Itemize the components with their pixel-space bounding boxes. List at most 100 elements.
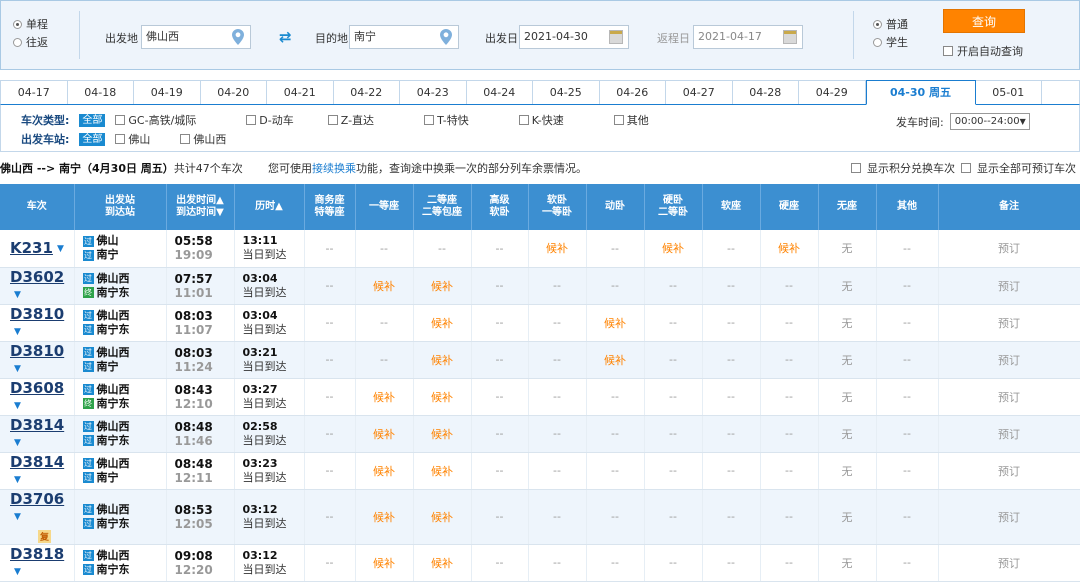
round-trip-radio[interactable]: 往返: [13, 33, 48, 51]
date-tab[interactable]: 04-23: [400, 81, 467, 104]
seat-cell: --: [304, 230, 356, 268]
chevron-down-icon[interactable]: ▼: [14, 401, 21, 411]
seat-cell[interactable]: 候补: [413, 489, 472, 545]
date-tab[interactable]: 04-28: [733, 81, 799, 104]
from-station: 佛山西: [96, 345, 130, 359]
date-tab[interactable]: 04-22: [334, 81, 400, 104]
date-tab[interactable]: 04-19: [134, 81, 201, 104]
from-station-input[interactable]: 佛山西: [141, 25, 251, 49]
depart-date-input[interactable]: 2021-04-30: [519, 25, 629, 49]
normal-passenger-radio[interactable]: 普通: [873, 15, 908, 33]
column-header[interactable]: 历时▲: [234, 184, 305, 230]
train-type-label: GC-高铁/城际: [128, 114, 197, 127]
chevron-down-icon[interactable]: ▼: [14, 567, 21, 577]
date-tab[interactable]: 04-30 周五: [865, 80, 976, 105]
station-all-button[interactable]: 全部: [79, 132, 106, 146]
date-tab[interactable]: 04-24: [467, 81, 533, 104]
train-number-link[interactable]: D3706: [10, 490, 64, 508]
station-checkbox[interactable]: 佛山西: [180, 131, 226, 147]
book-button[interactable]: 预订: [938, 378, 1080, 416]
date-tab[interactable]: 04-25: [533, 81, 600, 104]
depart-time: 08:53: [174, 502, 213, 517]
train-type-checkbox[interactable]: K-快速: [518, 112, 564, 128]
points-trains-label: 显示积分兑换车次: [867, 162, 955, 175]
book-button[interactable]: 预订: [938, 452, 1080, 490]
to-station-input[interactable]: 南宁: [349, 25, 459, 49]
book-button[interactable]: 预订: [938, 230, 1080, 268]
train-type-checkbox[interactable]: 其他: [613, 112, 649, 128]
date-tab[interactable]: 04-20: [201, 81, 267, 104]
train-number-link[interactable]: D3810: [10, 305, 64, 323]
seat-cell[interactable]: 候补: [586, 304, 645, 342]
seat-cell[interactable]: 候补: [355, 452, 414, 490]
date-tab[interactable]: 04-21: [267, 81, 334, 104]
seat-cell[interactable]: 候补: [644, 230, 703, 268]
auto-query-checkbox[interactable]: 开启自动查询: [943, 43, 1023, 59]
seat-cell[interactable]: 候补: [413, 341, 472, 379]
chevron-down-icon[interactable]: ▼: [14, 438, 21, 448]
seat-cell[interactable]: 候补: [413, 304, 472, 342]
chevron-down-icon[interactable]: ▼: [14, 327, 21, 337]
seat-cell[interactable]: 候补: [355, 489, 414, 545]
seat-cell[interactable]: 候补: [355, 378, 414, 416]
seat-cell[interactable]: 候补: [760, 230, 819, 268]
date-tab[interactable]: 04-29: [799, 81, 866, 104]
train-type-checkbox[interactable]: Z-直达: [327, 112, 374, 128]
seat-cell[interactable]: 候补: [413, 544, 472, 582]
train-number-link[interactable]: D3602: [10, 268, 64, 286]
from-station: 佛山西: [96, 419, 130, 433]
column-header[interactable]: 出发时间▲ 到达时间▼: [166, 184, 235, 230]
book-button[interactable]: 预订: [938, 544, 1080, 582]
swap-stations-icon[interactable]: ⇄: [279, 30, 295, 45]
chevron-down-icon[interactable]: ▼: [14, 475, 21, 485]
date-tab[interactable]: 04-17: [1, 81, 68, 104]
seat-cell[interactable]: 候补: [413, 267, 472, 305]
seat-cell[interactable]: 候补: [355, 415, 414, 453]
query-button[interactable]: 查询: [943, 9, 1025, 33]
chevron-down-icon[interactable]: ▼: [14, 290, 21, 300]
train-type-all-button[interactable]: 全部: [79, 113, 106, 127]
return-date-input[interactable]: 2021-04-17: [693, 25, 803, 49]
student-passenger-radio[interactable]: 学生: [873, 33, 908, 51]
departure-time-select[interactable]: 00:00--24:00: [949, 113, 1030, 130]
points-trains-checkbox[interactable]: [851, 163, 861, 173]
train-number-link[interactable]: D3608: [10, 379, 64, 397]
train-type-checkbox[interactable]: D-动车: [246, 112, 294, 128]
chevron-down-icon[interactable]: ▼: [57, 244, 64, 254]
book-button[interactable]: 预订: [938, 267, 1080, 305]
book-button[interactable]: 预订: [938, 341, 1080, 379]
seat-cell[interactable]: 候补: [355, 267, 414, 305]
train-number-link[interactable]: D3810: [10, 342, 64, 360]
column-header: 出发站 到达站: [74, 184, 167, 230]
seat-cell[interactable]: 候补: [528, 230, 587, 268]
seat-cell[interactable]: 候补: [413, 452, 472, 490]
from-station: 佛山西: [96, 382, 130, 396]
book-button[interactable]: 预订: [938, 489, 1080, 545]
train-number-link[interactable]: K231: [10, 239, 53, 257]
one-way-radio[interactable]: 单程: [13, 15, 48, 33]
transfer-link[interactable]: 接续换乘: [312, 162, 356, 175]
book-button[interactable]: 预订: [938, 415, 1080, 453]
train-number-link[interactable]: D3814: [10, 416, 64, 434]
seat-cell: --: [413, 230, 472, 268]
table-row: D3814▼ 过佛山西过南宁 08:48 12:11 03:23 当日到达 -- 候补 候补 --…: [0, 452, 1080, 490]
date-tab[interactable]: 04-18: [68, 81, 134, 104]
date-tab[interactable]: 04-27: [666, 81, 733, 104]
date-tab[interactable]: 04-26: [600, 81, 666, 104]
seat-cell[interactable]: 候补: [413, 415, 472, 453]
seat-cell[interactable]: 候补: [586, 341, 645, 379]
chevron-down-icon[interactable]: ▼: [14, 364, 21, 374]
chevron-down-icon[interactable]: ▼: [14, 512, 21, 522]
calendar-icon[interactable]: [783, 30, 797, 44]
all-bookable-checkbox[interactable]: [961, 163, 971, 173]
train-type-checkbox[interactable]: GC-高铁/城际: [115, 112, 196, 128]
train-number-link[interactable]: D3814: [10, 453, 64, 471]
calendar-icon[interactable]: [609, 30, 623, 44]
seat-cell[interactable]: 候补: [413, 378, 472, 416]
seat-cell[interactable]: 候补: [355, 544, 414, 582]
date-tab[interactable]: 05-01: [976, 81, 1042, 104]
train-type-checkbox[interactable]: T-特快: [424, 112, 469, 128]
seat-cell: --: [876, 452, 939, 490]
book-button[interactable]: 预订: [938, 304, 1080, 342]
station-checkbox[interactable]: 佛山: [115, 131, 150, 147]
